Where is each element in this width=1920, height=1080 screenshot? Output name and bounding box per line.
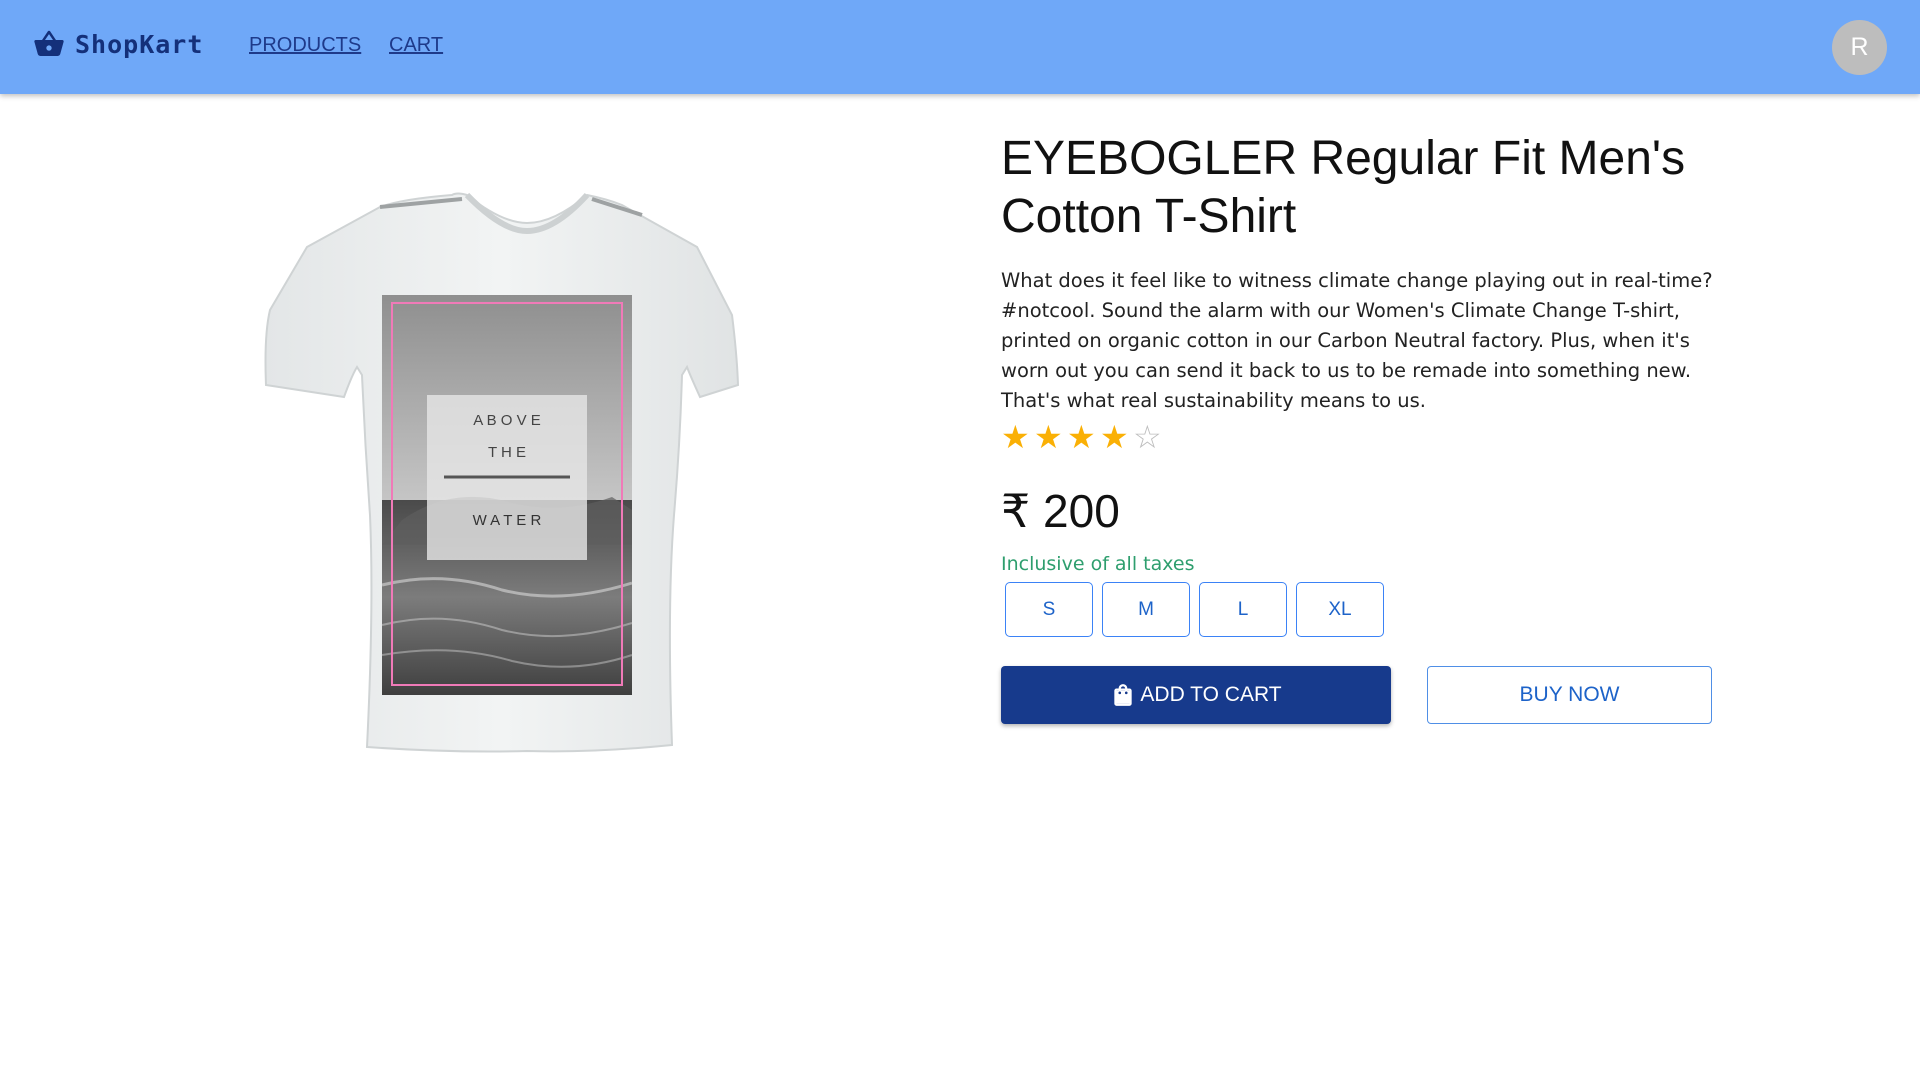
app-header: ShopKart PRODUCTS CART R — [0, 0, 1920, 94]
tax-note: Inclusive of all taxes — [1001, 553, 1195, 575]
print-text-line-2: T H E — [488, 444, 526, 461]
star-icon: ★ — [1001, 418, 1030, 456]
shopping-bag-icon — [1114, 684, 1133, 706]
user-avatar[interactable]: R — [1832, 20, 1887, 75]
add-to-cart-label: ADD TO CART — [1140, 683, 1282, 706]
product-description: What does it feel like to witness climat… — [1001, 269, 1713, 412]
star-icon: ★ — [1100, 418, 1129, 456]
brand-logo[interactable]: ShopKart — [33, 28, 203, 60]
product-image: A B O V E T H E W A T E R — [264, 192, 740, 753]
star-outline-icon: ☆ — [1133, 418, 1162, 456]
purchase-actions: ADD TO CART BUY NOW — [1001, 666, 1721, 724]
product-details: EYEBOGLER Regular Fit Men's Cotton T-Shi… — [1001, 130, 1721, 724]
nav-link-products[interactable]: PRODUCTS — [249, 34, 361, 57]
product-price: ₹ 200 — [1001, 485, 1120, 537]
buy-now-button[interactable]: BUY NOW — [1427, 666, 1712, 724]
shopping-basket-icon — [34, 30, 64, 56]
size-selector: S M L XL — [1001, 582, 1721, 637]
size-button-xl[interactable]: XL — [1296, 582, 1384, 637]
size-button-l[interactable]: L — [1199, 582, 1287, 637]
nav-link-cart[interactable]: CART — [389, 34, 443, 57]
add-to-cart-button[interactable]: ADD TO CART — [1001, 666, 1391, 724]
product-title: EYEBOGLER Regular Fit Men's Cotton T-Shi… — [1001, 132, 1686, 243]
print-text-line-1: A B O V E — [473, 412, 541, 429]
size-button-s[interactable]: S — [1005, 582, 1093, 637]
size-button-m[interactable]: M — [1102, 582, 1190, 637]
brand-name: ShopKart — [75, 29, 204, 59]
print-text-line-3: W A T E R — [473, 512, 542, 529]
star-icon: ★ — [1034, 418, 1063, 456]
product-rating: ★ ★ ★ ★ ☆ — [1001, 420, 1721, 454]
star-icon: ★ — [1067, 418, 1096, 456]
